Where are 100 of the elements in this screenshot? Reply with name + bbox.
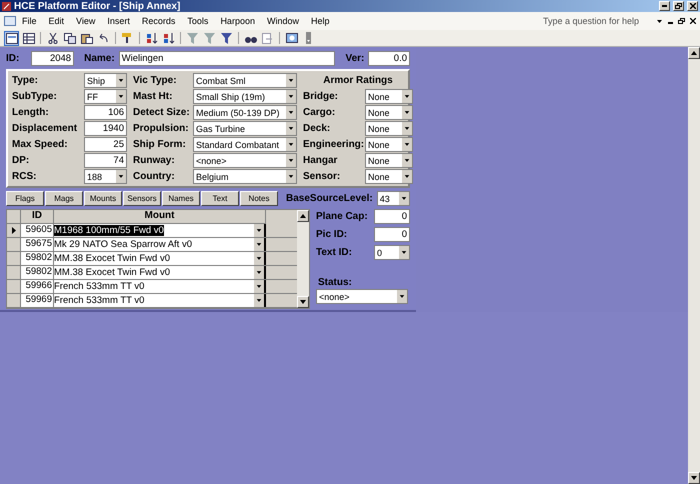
field-label: Plane Cap: <box>316 211 369 222</box>
combo-box[interactable]: None <box>365 137 413 152</box>
combo-box[interactable]: Belgium <box>193 169 297 184</box>
ver-field[interactable]: 0.0 <box>368 51 410 66</box>
combo-box[interactable]: French 533mm TT v0 <box>54 294 266 308</box>
form-icon[interactable] <box>4 16 16 26</box>
combo-box[interactable]: 0 <box>374 245 410 260</box>
status-label: Status: <box>317 277 353 288</box>
table-cell: 59966 <box>21 280 54 293</box>
combo-box[interactable]: None <box>365 169 413 184</box>
menu-item[interactable]: Tools <box>181 16 214 26</box>
field-label: Hangar <box>303 155 338 166</box>
tab-button[interactable]: Mags <box>45 191 83 206</box>
combo-box[interactable]: 188 <box>84 169 127 184</box>
scrollbar[interactable] <box>688 47 700 484</box>
field-label: Displacement <box>12 123 78 134</box>
menu-item[interactable]: Records <box>136 16 182 26</box>
text-field[interactable]: 106 <box>84 105 127 120</box>
combo-box[interactable]: Gas Turbine <box>193 121 297 136</box>
menu-item[interactable]: File <box>16 16 43 26</box>
field-label: Propulsion: <box>133 123 189 134</box>
combo-box[interactable]: Medium (50-139 DP) <box>193 105 297 120</box>
combo-box[interactable]: MM.38 Exocet Twin Fwd v0 <box>54 252 266 265</box>
close-button[interactable] <box>687 1 698 11</box>
field-label: SubType: <box>12 91 58 102</box>
restore-button[interactable] <box>673 1 684 11</box>
field-label: RCS: <box>12 171 38 182</box>
minimize-icon <box>662 5 667 7</box>
scroll-up-icon <box>300 214 306 218</box>
name-field[interactable]: Wielingen <box>118 51 336 66</box>
database-window-icon[interactable] <box>284 30 299 46</box>
combo-box[interactable]: <none> <box>316 289 408 304</box>
app-icon <box>2 2 11 10</box>
tab-button[interactable]: Flags <box>6 191 44 206</box>
combo-box[interactable]: M1968 100mm/55 Fwd v0 <box>54 224 266 237</box>
field-label: Deck: <box>303 123 332 134</box>
datasheet-view-icon[interactable] <box>21 30 36 46</box>
field-label: Engineering: <box>303 139 361 150</box>
menu-item[interactable]: Edit <box>42 16 70 26</box>
name-label: Name: <box>84 53 115 64</box>
scroll-down-icon <box>300 300 306 304</box>
combo-box[interactable]: Ship <box>84 73 127 88</box>
scrollbar[interactable] <box>297 210 309 308</box>
field-label: Text ID: <box>316 247 353 258</box>
field-label: Ship Form: <box>133 139 187 150</box>
combo-box[interactable]: 43 <box>376 191 410 206</box>
field-label: Runway: <box>133 155 176 166</box>
field-label: Cargo: <box>303 107 336 118</box>
ver-label: Ver: <box>345 53 364 64</box>
field-label: Sensor: <box>303 171 342 182</box>
tab-button[interactable]: Sensors <box>123 191 161 206</box>
text-field[interactable]: 25 <box>84 137 127 152</box>
combo-box[interactable]: Standard Combatant <box>193 137 297 152</box>
sort-descending-icon[interactable] <box>161 30 176 46</box>
text-field[interactable]: 74 <box>84 153 127 168</box>
field-label: Country: <box>133 171 176 182</box>
field-label: Bridge: <box>303 91 339 102</box>
field-label: Mast Ht: <box>133 91 174 102</box>
help-search-field[interactable]: Type a question for help <box>541 15 651 27</box>
field-label: Vic Type: <box>133 75 178 86</box>
minimize-button[interactable] <box>659 1 670 11</box>
field-label: DP: <box>12 155 30 166</box>
tab-button[interactable]: Mounts <box>84 191 122 206</box>
form-view-icon[interactable] <box>4 30 19 46</box>
field-label: Type: <box>12 75 39 86</box>
text-field[interactable]: 0 <box>374 227 410 242</box>
text-field[interactable]: 1940 <box>84 121 127 136</box>
id-field[interactable]: 2048 <box>30 51 74 66</box>
scroll-up-icon <box>691 51 697 55</box>
table-cell: 59969 <box>21 294 54 308</box>
text-field[interactable]: 0 <box>374 209 410 224</box>
combo-box[interactable]: <none> <box>193 153 297 168</box>
menu-item[interactable]: View <box>70 16 102 26</box>
sort-ascending-icon[interactable] <box>144 30 159 46</box>
menu-item[interactable]: Window <box>260 16 305 26</box>
close-icon[interactable] <box>690 18 696 24</box>
menu-item[interactable]: Harpoon <box>214 16 261 26</box>
restore-icon[interactable] <box>678 18 685 24</box>
tab-button[interactable]: Text <box>201 191 239 206</box>
combo-box[interactable]: None <box>365 121 413 136</box>
combo-box[interactable]: None <box>365 89 413 104</box>
combo-box[interactable]: MM.38 Exocet Twin Fwd v0 <box>54 266 266 279</box>
menu-item[interactable]: Help <box>304 16 336 26</box>
combo-box[interactable]: None <box>365 105 413 120</box>
field-label: Max Speed: <box>12 139 69 150</box>
combo-box[interactable]: None <box>365 153 413 168</box>
table-cell: 59605 <box>21 224 54 237</box>
combo-box[interactable]: Combat Sml <box>193 73 297 88</box>
table-cell: 59802 <box>21 252 54 265</box>
combo-box[interactable]: French 533mm TT v0 <box>54 280 266 293</box>
copy-icon[interactable] <box>62 30 77 46</box>
combo-box[interactable]: FF <box>84 89 127 104</box>
combo-box[interactable]: Mk 29 NATO Sea Sparrow Aft v0 <box>54 238 266 251</box>
tab-button[interactable]: Notes <box>240 191 278 206</box>
window-title: HCE Platform Editor - [Ship Annex] <box>14 0 182 12</box>
tab-button[interactable]: Names <box>162 191 200 206</box>
combo-box[interactable]: Small Ship (19m) <box>193 89 297 104</box>
dropdown-arrow-icon[interactable] <box>657 20 662 22</box>
field-label: Detect Size: <box>133 107 189 118</box>
menu-item[interactable]: Insert <box>101 16 136 26</box>
